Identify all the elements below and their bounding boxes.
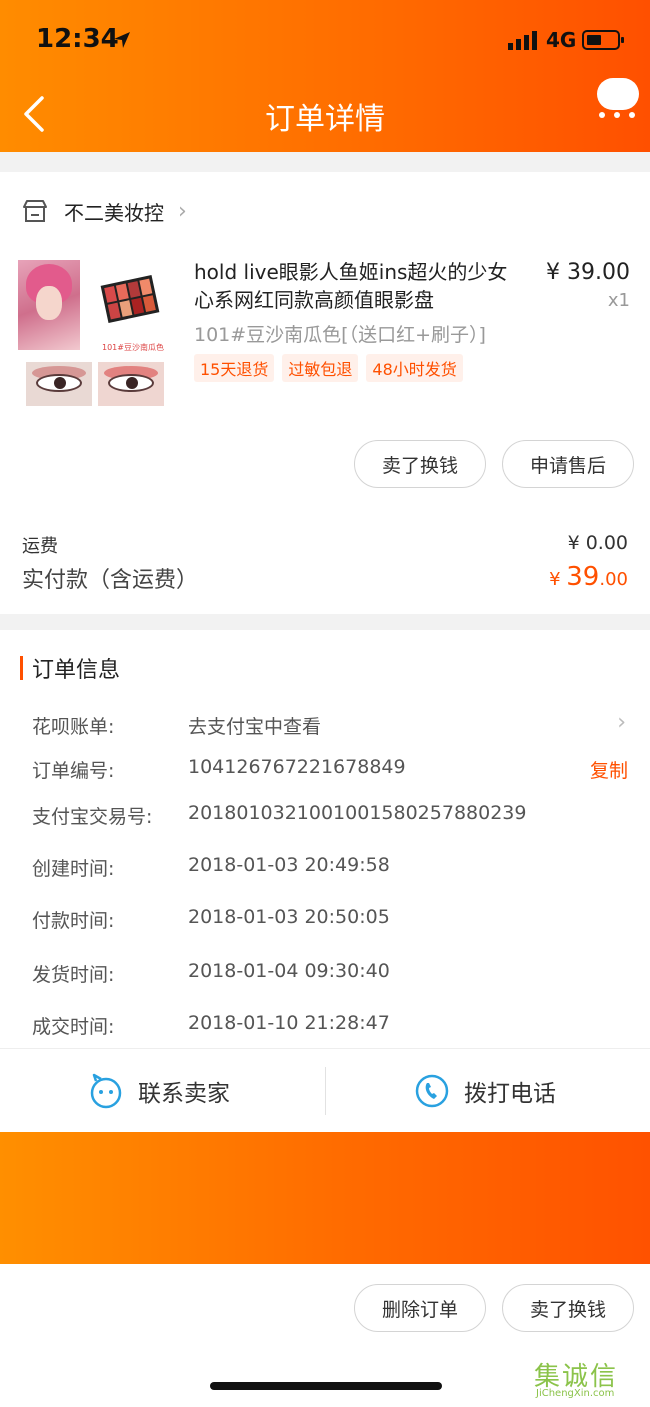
contact-bar: 联系卖家 拨打电话 [0,1048,650,1132]
info-value: 2018-01-10 21:28:47 [188,1012,390,1034]
copy-order-number-button[interactable]: 复制 [590,756,628,783]
product-sku: 101#豆沙南瓜色[（送口红+刷子）] [194,324,486,346]
info-value: 2018-01-03 20:50:05 [188,906,390,928]
info-key: 创建时间: [32,858,115,880]
info-value: 104126767221678849 [188,756,406,778]
service-tag: 48小时发货 [366,354,463,382]
contact-divider [325,1067,326,1115]
product-price: ¥ 39.00 [546,260,630,285]
service-tag: 15天退货 [194,354,275,382]
info-value: 2018-01-04 09:30:40 [188,960,390,982]
more-dot-icon [629,112,635,118]
watermark-url: JiChengXin.com [536,1388,615,1399]
call-phone-label: 拨打电话 [464,1081,556,1107]
location-arrow-icon [114,32,130,48]
battery-icon [582,30,624,50]
chat-face-icon [90,1073,122,1109]
paid-decimal: .00 [599,569,628,590]
contact-seller-label: 联系卖家 [138,1081,230,1107]
palette-caption: 101#豆沙南瓜色 [102,343,164,352]
order-info-title: 订单信息 [32,658,121,683]
shipping-label: 运费 [22,536,58,557]
info-key: 订单编号: [32,760,115,782]
watermark: 集诚信 JiChengXin.com [534,1356,644,1402]
info-key: 发货时间: [32,964,115,986]
more-dot-icon [599,112,605,118]
more-dot-icon [614,112,620,118]
eye-swatch-photo [98,362,164,406]
chevron-right-icon: › [178,198,187,224]
section-accent-bar [20,656,23,680]
status-time: 12:34 [36,24,119,54]
sell-item-button[interactable]: 卖了换钱 [354,440,486,488]
info-key: 支付宝交易号: [32,806,153,828]
model-photo [18,260,80,350]
delete-order-button[interactable]: 删除订单 [354,1284,486,1332]
chevron-right-icon: › [617,710,626,735]
info-key: 成交时间: [32,1016,115,1038]
chat-bubble-icon [597,78,639,110]
network-type: 4G [546,28,577,52]
shop-name: 不二美妆控 [64,200,164,225]
paid-amount: ¥ 39.00 [549,562,628,592]
call-phone-button[interactable]: 拨打电话 [414,1049,556,1133]
eye-swatch-photo [26,362,92,406]
product-title[interactable]: hold live眼影人鱼姬ins超火的少女心系网红同款高颜值眼影盘 [194,258,524,314]
more-menu-button[interactable] [595,76,639,120]
sell-order-button[interactable]: 卖了换钱 [502,1284,634,1332]
bottom-action-bar: 删除订单 卖了换钱 集诚信 JiChengXin.com [0,1264,650,1407]
signal-icon [508,31,537,50]
page-title: 订单详情 [265,102,385,137]
phone-icon [415,1074,449,1108]
shop-link[interactable]: 不二美妆控 › [22,196,187,226]
paid-currency: ¥ [549,569,567,590]
product-thumbnail[interactable]: 101#豆沙南瓜色 [16,258,166,410]
home-indicator[interactable] [210,1382,442,1390]
paid-integer: 39 [566,562,600,592]
service-tag: 过敏包退 [282,354,359,382]
info-value: 2018010321001001580257880239 [188,802,527,824]
shipping-value: ¥ 0.00 [567,532,628,554]
palette-photo: 101#豆沙南瓜色 [98,272,164,352]
service-tags: 15天退货 过敏包退 48小时发货 [194,354,463,382]
app-header: 12:34 4G 订单详情 [0,0,650,152]
contact-seller-button[interactable]: 联系卖家 [88,1049,230,1133]
info-value: 2018-01-03 20:49:58 [188,854,390,876]
order-item-card: 不二美妆控 › 101#豆沙南瓜色 hold live眼影人鱼姬ins超火的少女… [0,172,650,614]
info-value: 去支付宝中查看 [188,716,322,738]
promo-banner[interactable] [0,1132,650,1264]
product-quantity: x1 [607,290,630,311]
info-key: 付款时间: [32,910,115,932]
store-icon [23,200,47,222]
info-key: 花呗账单: [32,716,115,738]
after-sale-button[interactable]: 申请售后 [502,440,634,488]
paid-label: 实付款（含运费） [22,568,199,593]
